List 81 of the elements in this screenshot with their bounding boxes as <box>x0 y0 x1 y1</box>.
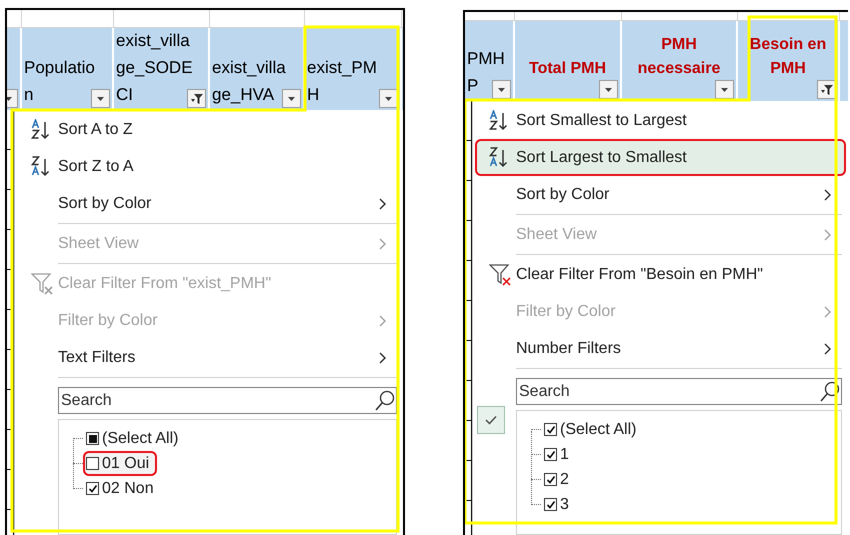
checkbox[interactable] <box>544 448 557 461</box>
checkbox[interactable] <box>86 457 99 470</box>
chevron-right-icon <box>379 238 387 250</box>
chevron-right-icon <box>824 188 832 200</box>
search-icon <box>374 390 395 411</box>
caret-down-icon <box>287 96 296 102</box>
menu-item[interactable]: Number Filters <box>475 330 846 367</box>
caret-down-icon <box>497 86 506 92</box>
menu-item[interactable]: Sort Smallest to Largest <box>475 102 846 139</box>
header-text: Total PMH <box>528 59 606 79</box>
dropdown-button[interactable] <box>91 89 110 108</box>
funnel-icon <box>190 92 204 105</box>
clear-filter-icon <box>489 264 511 286</box>
chevron-right-icon <box>824 342 832 354</box>
dropdown-button[interactable] <box>379 89 398 108</box>
menu-item[interactable]: Clear Filter From "Besoin en PMH" <box>475 256 846 293</box>
search-icon <box>819 381 840 402</box>
menu-item[interactable]: Sort Z to A <box>17 148 401 185</box>
header-text: P <box>467 75 478 97</box>
checkbox[interactable] <box>544 498 557 511</box>
header-text: ge_SODE <box>116 57 193 79</box>
check-icon <box>546 500 556 509</box>
header-text: PMH <box>467 48 505 70</box>
chevron-right-icon <box>379 314 387 326</box>
caret-down-icon <box>604 86 613 92</box>
header-text: CI <box>116 84 133 106</box>
value-item[interactable]: (Select All) <box>541 417 644 442</box>
header-text: PMH <box>770 59 806 79</box>
dropdown-button[interactable] <box>282 89 301 108</box>
filter-button[interactable] <box>817 80 836 99</box>
header-text: ge_HVA <box>212 84 274 106</box>
check-icon <box>546 450 556 459</box>
value-item[interactable]: 02 Non <box>83 476 162 501</box>
check-icon <box>485 415 497 425</box>
check-button[interactable] <box>477 406 505 434</box>
value-item[interactable]: 2 <box>541 467 577 492</box>
checkbox[interactable] <box>544 473 557 486</box>
header-text: necessaire <box>638 59 720 79</box>
chevron-right-icon <box>379 352 387 364</box>
search-field[interactable]: Search <box>58 387 397 414</box>
header-text: exist_villa <box>212 57 286 79</box>
sort-descending-icon <box>31 156 50 177</box>
chevron-right-icon <box>824 228 832 240</box>
partial-square-icon <box>88 434 96 442</box>
caret-down-icon <box>96 96 105 102</box>
checkbox[interactable] <box>86 432 99 445</box>
value-item[interactable]: 3 <box>541 492 577 517</box>
menu-item[interactable]: Sort A to Z <box>17 111 401 148</box>
filter-button[interactable] <box>187 89 206 108</box>
funnel-icon <box>820 83 834 96</box>
menu-item[interactable]: Text Filters <box>17 339 401 376</box>
caret-down-icon <box>384 96 393 102</box>
sort-ascending-icon <box>489 110 508 131</box>
value-item[interactable]: 1 <box>541 442 577 467</box>
dropdown-button[interactable] <box>492 80 511 99</box>
menu-item[interactable]: Sort Largest to Smallest <box>475 139 846 176</box>
check-icon <box>88 484 98 493</box>
check-icon <box>546 425 556 434</box>
header-text: H <box>307 84 320 106</box>
sort-ascending-icon <box>31 119 50 140</box>
header-text: PMH <box>661 35 697 55</box>
header-text: Besoin en <box>750 35 826 55</box>
menu-item[interactable]: Sort by Color <box>17 185 401 222</box>
checkbox[interactable] <box>544 423 557 436</box>
dropdown-button[interactable] <box>599 80 618 99</box>
dropdown-button[interactable] <box>715 80 734 99</box>
header-text: exist_villa <box>116 30 190 52</box>
check-icon <box>546 475 556 484</box>
checkbox[interactable] <box>86 482 99 495</box>
sort-descending-icon <box>489 147 508 168</box>
value-item[interactable]: 01 Oui <box>83 451 158 476</box>
search-field[interactable]: Search <box>516 378 842 405</box>
caret-down-icon <box>720 86 729 92</box>
header-text: Populatio <box>24 57 95 79</box>
header-text: exist_PM <box>307 57 377 79</box>
clear-filter-icon <box>31 272 53 294</box>
chevron-right-icon <box>379 198 387 210</box>
value-item[interactable]: (Select All) <box>83 426 186 451</box>
header-text: n <box>24 84 34 106</box>
menu-item[interactable]: Sort by Color <box>475 176 846 213</box>
chevron-right-icon <box>824 306 832 318</box>
